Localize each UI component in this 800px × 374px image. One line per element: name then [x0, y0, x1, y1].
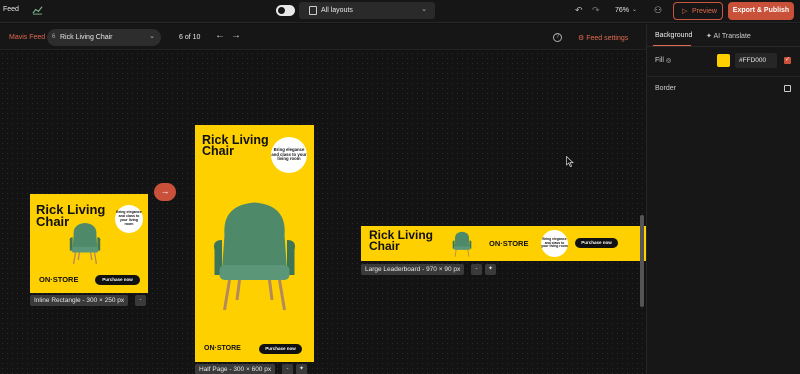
mouse-cursor-icon — [566, 156, 574, 167]
brand-logo: ON·STORE — [204, 345, 241, 352]
chevron-down-icon: ⌄ — [421, 6, 427, 13]
purchase-button: Purchase now — [259, 344, 302, 354]
fill-enabled-checkbox[interactable]: ✓ — [784, 57, 791, 64]
ad-title: Rick Living Chair — [369, 228, 434, 253]
fill-label: Fill ◎ — [655, 57, 671, 64]
top-bar: Feed All layouts ⌄ ↶ ↷ 76% ⌄ ⚇ ▷ Preview… — [0, 0, 800, 23]
ad-tagline-bubble: Bring elegance and class to your living … — [115, 205, 143, 233]
vertical-scrollbar[interactable] — [640, 215, 644, 307]
divider — [647, 76, 800, 77]
arrow-left-icon[interactable]: ← — [215, 30, 225, 41]
view-toggle[interactable] — [276, 5, 295, 16]
tab-ai-translate[interactable]: ✦ AI Translate — [706, 32, 751, 40]
chair-image — [69, 223, 101, 265]
fill-hex-input[interactable]: #FFD000 — [735, 53, 777, 68]
ad-half-page[interactable]: Rick Living Chair Bring elegance and cla… — [195, 125, 314, 362]
purchase-button: Purchase now — [575, 238, 618, 248]
ad-large-leaderboard[interactable]: Rick Living Chair ON·STORE Bring eleganc… — [361, 226, 646, 261]
play-icon: ▷ — [682, 8, 688, 15]
chevron-down-icon: ⌄ — [149, 33, 155, 40]
layouts-dropdown[interactable]: All layouts ⌄ — [299, 2, 435, 19]
brand-logo: ON·STORE — [489, 239, 529, 248]
ad-inline-rectangle[interactable]: Rick Living Chair Bring elegance and cla… — [30, 194, 148, 293]
chevron-down-icon[interactable]: ⌄ — [632, 6, 637, 13]
arrow-right-icon[interactable]: → — [231, 30, 241, 41]
item-name: Rick Living Chair — [60, 34, 113, 41]
tab-ai-translate-label: AI Translate — [713, 33, 751, 40]
size-label-inline[interactable]: Inline Rectangle - 300 × 250 px — [30, 295, 129, 306]
border-enabled-checkbox[interactable] — [784, 85, 791, 92]
fill-color-swatch[interactable] — [717, 54, 730, 67]
chair-image — [452, 231, 472, 257]
ad-tagline-bubble: Bring elegance and class to your living … — [271, 137, 307, 173]
item-selector[interactable]: 6 Rick Living Chair ⌄ — [47, 29, 161, 46]
item-number: 6 — [52, 34, 56, 40]
preview-label: Preview — [692, 8, 717, 15]
brand-logo: ON·STORE — [39, 275, 79, 284]
layout-icon — [309, 6, 317, 15]
help-icon[interactable]: ? — [553, 33, 562, 42]
border-label: Border — [655, 85, 677, 92]
undo-icon[interactable]: ↶ — [575, 5, 583, 16]
page-count: 6 of 10 — [179, 34, 201, 41]
sparkle-icon[interactable]: ✦ — [296, 364, 307, 374]
chair-image — [214, 202, 295, 311]
tab-background[interactable]: Background — [655, 32, 692, 39]
more-icon[interactable]: - — [282, 364, 293, 374]
preview-button[interactable]: ▷ Preview — [673, 2, 723, 20]
fill-settings-icon[interactable]: ◎ — [666, 58, 671, 64]
toggle-knob — [277, 6, 286, 15]
more-icon[interactable]: - — [471, 264, 482, 275]
zoom-level[interactable]: 76% — [615, 7, 629, 14]
size-label-leaderboard[interactable]: Large Leaderboard - 970 × 90 px — [361, 264, 465, 275]
export-publish-button[interactable]: Export & Publish — [728, 2, 794, 20]
feed-settings-link[interactable]: ⚙ Feed settings — [578, 34, 628, 42]
feed-toolbar: Mavis Feed 6 Rick Living Chair ⌄ 6 of 10… — [0, 24, 646, 50]
purchase-button: Purchase now — [95, 275, 140, 285]
add-user-icon[interactable]: ⚇ — [654, 5, 662, 16]
chart-icon[interactable] — [32, 4, 43, 15]
divider — [647, 46, 800, 47]
feed-name[interactable]: Mavis Feed — [9, 34, 45, 41]
feed-title: Feed — [3, 6, 19, 13]
sparkle-icon[interactable]: ✦ — [485, 264, 496, 275]
fill-label-text: Fill — [655, 57, 664, 64]
redo-icon[interactable]: ↷ — [592, 5, 600, 16]
layouts-label: All layouts — [321, 7, 353, 14]
more-icon[interactable]: - — [135, 295, 146, 306]
arrow-right-button[interactable]: → — [154, 183, 176, 201]
properties-sidebar: Background ✦ AI Translate Fill ◎ #FFD000… — [646, 24, 800, 374]
feed-settings-label: Feed settings — [586, 35, 629, 42]
size-label-halfpage[interactable]: Half Page - 300 × 600 px — [195, 364, 276, 374]
design-canvas[interactable]: Rick Living Chair Bring elegance and cla… — [0, 51, 646, 374]
ad-title: Rick Living Chair — [202, 133, 269, 159]
ad-tagline-bubble: Bring elegance and class to your living … — [541, 230, 568, 257]
